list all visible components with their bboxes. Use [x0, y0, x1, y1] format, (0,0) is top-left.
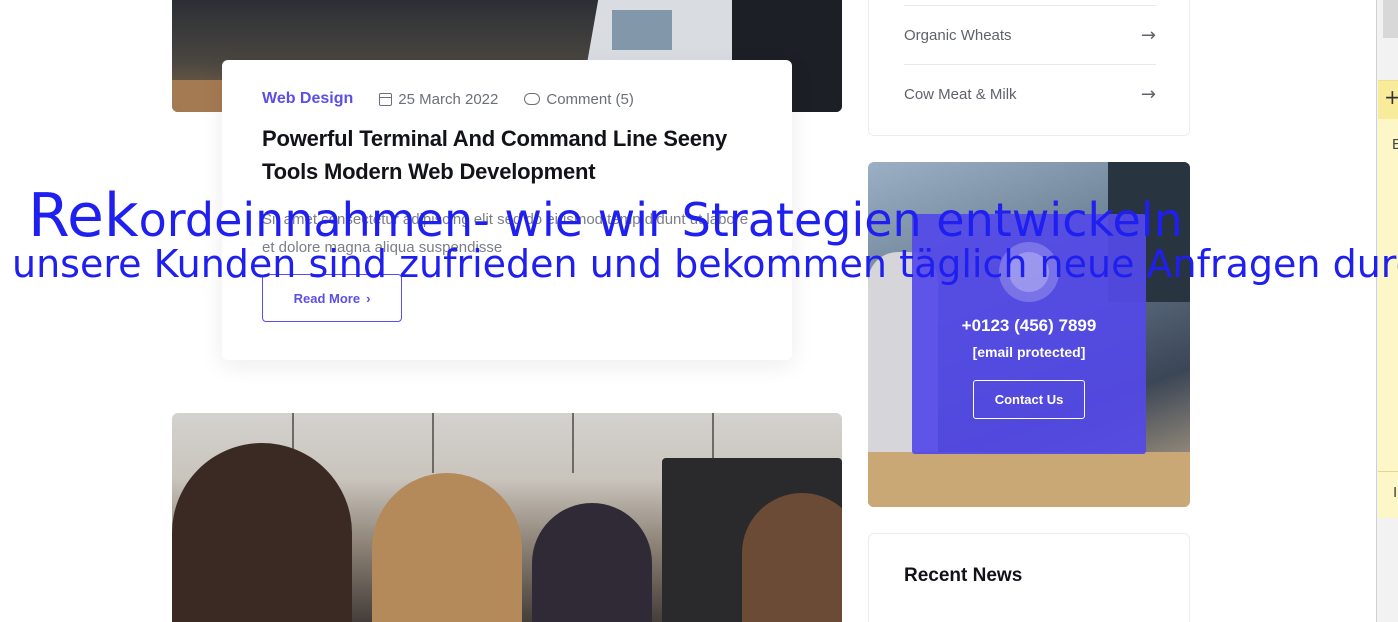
overlay-heading-prefix: Rek [28, 181, 139, 251]
category-list: Organic Wheats → Cow Meat & Milk → [868, 0, 1190, 136]
post-excerpt: Sit amet consectetur adipiscing elit sed… [262, 211, 749, 256]
contact-box: +0123 (456) 7899 [email protected] Conta… [912, 214, 1146, 454]
page: Web Design 25 March 2022 Comment (5) Pow… [0, 0, 1398, 622]
post-comments-text: Comment (5) [546, 90, 634, 108]
contact-phone[interactable]: +0123 (456) 7899 [962, 316, 1097, 336]
post-title[interactable]: Powerful Terminal And Command Line Seeny… [262, 122, 752, 188]
category-item[interactable]: Organic Wheats → [904, 5, 1156, 64]
post-image-2[interactable] [172, 413, 842, 622]
category-label: Organic Wheats [904, 26, 1012, 44]
arrow-right-icon: → [1140, 83, 1156, 105]
recent-news-title: Recent News [904, 565, 1023, 586]
post-meta: Web Design 25 March 2022 Comment (5) [262, 88, 752, 110]
post-date-text: 25 March 2022 [398, 90, 499, 108]
contact-email[interactable]: [email protected] [973, 344, 1086, 360]
note-text: E [1392, 136, 1398, 153]
read-more-button[interactable]: Read More › [262, 274, 402, 322]
read-more-label: Read More [293, 290, 361, 306]
add-note-icon[interactable]: + [1384, 87, 1398, 107]
calendar-icon [379, 92, 393, 106]
post-comments[interactable]: Comment (5) [524, 91, 634, 108]
contact-widget: +0123 (456) 7899 [email protected] Conta… [868, 162, 1190, 507]
arrow-right-icon: → [1140, 24, 1156, 46]
comment-icon [524, 93, 541, 105]
category-item[interactable]: Cow Meat & Milk → [904, 64, 1156, 123]
recent-news-widget: Recent News [868, 533, 1190, 622]
contact-us-button[interactable]: Contact Us [973, 380, 1085, 419]
post-date: 25 March 2022 [379, 91, 498, 108]
post-card: Web Design 25 March 2022 Comment (5) Pow… [222, 60, 792, 360]
post-category-link[interactable]: Web Design [262, 90, 353, 108]
chevron-right-icon: › [366, 290, 371, 306]
phone-icon [999, 242, 1059, 302]
note-footer-text: I [1393, 484, 1398, 501]
category-label: Cow Meat & Milk [904, 85, 1017, 103]
